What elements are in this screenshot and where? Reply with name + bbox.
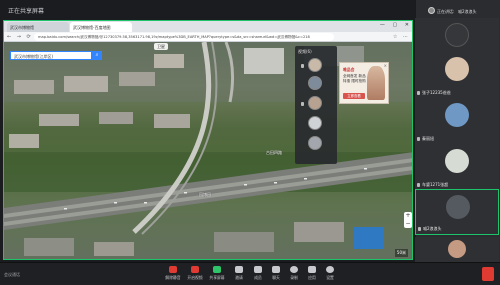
mute-button[interactable]: 解除静音 [163,266,183,284]
speaker-name: 喵2浪浪头 [458,9,477,14]
avatar [445,149,469,173]
speaking-label: 正在讲话: [437,9,455,14]
avatar [446,195,470,219]
floating-video-strip[interactable]: 视频(6) [295,46,337,164]
call-status: 会议通话 [4,272,20,277]
apps-button[interactable]: 应用 [302,266,322,284]
participant-tile[interactable]: 张子12235爸爸 [415,52,499,98]
video-avatar[interactable] [308,96,322,110]
participant-name: 秦丽妞 [417,136,434,142]
avatar [445,103,469,127]
meeting-toolbar: 会议通话 解除静音 开启视频 共享屏幕 邀请 成员 聊天 录制 应用 设置 [0,262,500,285]
speaking-indicator: 正在讲话: 喵2浪浪头 [418,4,498,16]
microphone-icon [417,137,420,141]
tab-label: 武汉博物馆-百度地图 [73,25,111,30]
window-controls[interactable]: — ▢ ✕ [380,22,412,28]
map-type-badge[interactable]: 卫星 [154,43,168,50]
record-icon [290,266,298,273]
camera-icon [191,266,199,273]
nav-buttons[interactable]: ← → ⟳ [7,34,33,40]
map-search-input[interactable]: 武汉市博物馆(江岸区) [10,51,92,60]
url-field[interactable]: map.baidu.com/search/武汉博物馆/@12730379.58,… [34,33,334,41]
microphone-icon [301,102,304,106]
invite-button[interactable]: 邀请 [229,266,249,284]
participant-tile-active[interactable]: 喵2浪浪头 [415,189,499,235]
map-zoom-control[interactable]: + − [404,212,412,228]
participant-name: 喵2浪浪头 [418,226,442,232]
video-avatar[interactable] [308,116,322,130]
microphone-icon [169,266,177,273]
video-strip-title: 视频(6) [298,49,312,54]
video-avatar[interactable] [308,136,322,150]
microphone-icon [301,64,304,68]
microphone-icon [417,183,420,187]
participant-tile[interactable] [415,237,499,262]
end-call-icon[interactable] [482,267,494,281]
video-button[interactable]: 开启视频 [185,266,205,284]
ad-text: 全网首发 新品特惠 限时抢购 [343,74,366,83]
extension-icons[interactable]: ☆ ⋯ [393,34,410,40]
apps-icon [308,266,316,273]
ad-button[interactable]: 立即查看 [343,93,365,99]
participant-name: 张子12235爸爸 [417,90,451,96]
participant-tile[interactable]: 秦丽妞 [415,98,499,144]
address-bar-row: ← → ⟳ map.baidu.com/search/武汉博物馆/@127303… [4,32,412,42]
map-scale: 50米 [394,249,408,257]
shared-screen-area: 正在共享屏幕 武汉市博物馆 武汉博物馆-百度地图 — ▢ ✕ ← → ⟳ map… [0,0,415,262]
zoom-out-button[interactable]: − [404,220,412,228]
shared-browser-window[interactable]: 武汉市博物馆 武汉博物馆-百度地图 — ▢ ✕ ← → ⟳ map.baidu.… [3,20,413,260]
search-icon[interactable]: ⌕ [92,51,102,60]
share-title: 正在共享屏幕 [8,8,45,15]
settings-button[interactable]: 设置 [320,266,340,284]
participant-name: 车婆1271张超 [417,182,448,188]
avatar [428,7,435,14]
members-icon [254,266,262,273]
zoom-in-button[interactable]: + [404,212,412,220]
ad-image [367,66,385,100]
share-screen-button[interactable]: 共享屏幕 [207,266,227,284]
video-avatar[interactable] [308,76,322,90]
ad-brand: 唯品会 [343,67,355,72]
record-button[interactable]: 录制 [284,266,304,284]
chat-icon [272,266,280,273]
microphone-icon [417,91,420,95]
tab-label: 武汉市博物馆 [10,25,34,30]
video-avatar[interactable] [308,58,322,72]
ad-popup[interactable]: 唯品会 全网首发 新品特惠 限时抢购 立即查看 × [339,62,389,104]
microphone-icon [418,227,421,231]
invite-icon [235,266,243,273]
close-icon[interactable]: × [384,63,387,68]
meeting-app: 正在共享屏幕 武汉市博物馆 武汉博物馆-百度地图 — ▢ ✕ ← → ⟳ map… [0,0,500,285]
participant-tile[interactable]: 车婆1271张超 [415,144,499,190]
members-button[interactable]: 成员 [248,266,268,284]
avatar [448,240,466,258]
settings-icon [326,266,334,273]
browser-tab-active[interactable]: 武汉博物馆-百度地图 [70,22,132,32]
chat-button[interactable]: 聊天 [266,266,286,284]
avatar [445,57,469,81]
share-screen-icon [213,266,221,273]
share-title-bar: 正在共享屏幕 [0,0,415,20]
map-place-label: 古田四路 [266,150,282,155]
browser-tab[interactable]: 武汉市博物馆 [7,22,69,32]
map-place-label: 园博园 [199,192,211,197]
browser-tab-strip: 武汉市博物馆 武汉博物馆-百度地图 — ▢ ✕ [4,21,412,32]
avatar [445,23,469,47]
